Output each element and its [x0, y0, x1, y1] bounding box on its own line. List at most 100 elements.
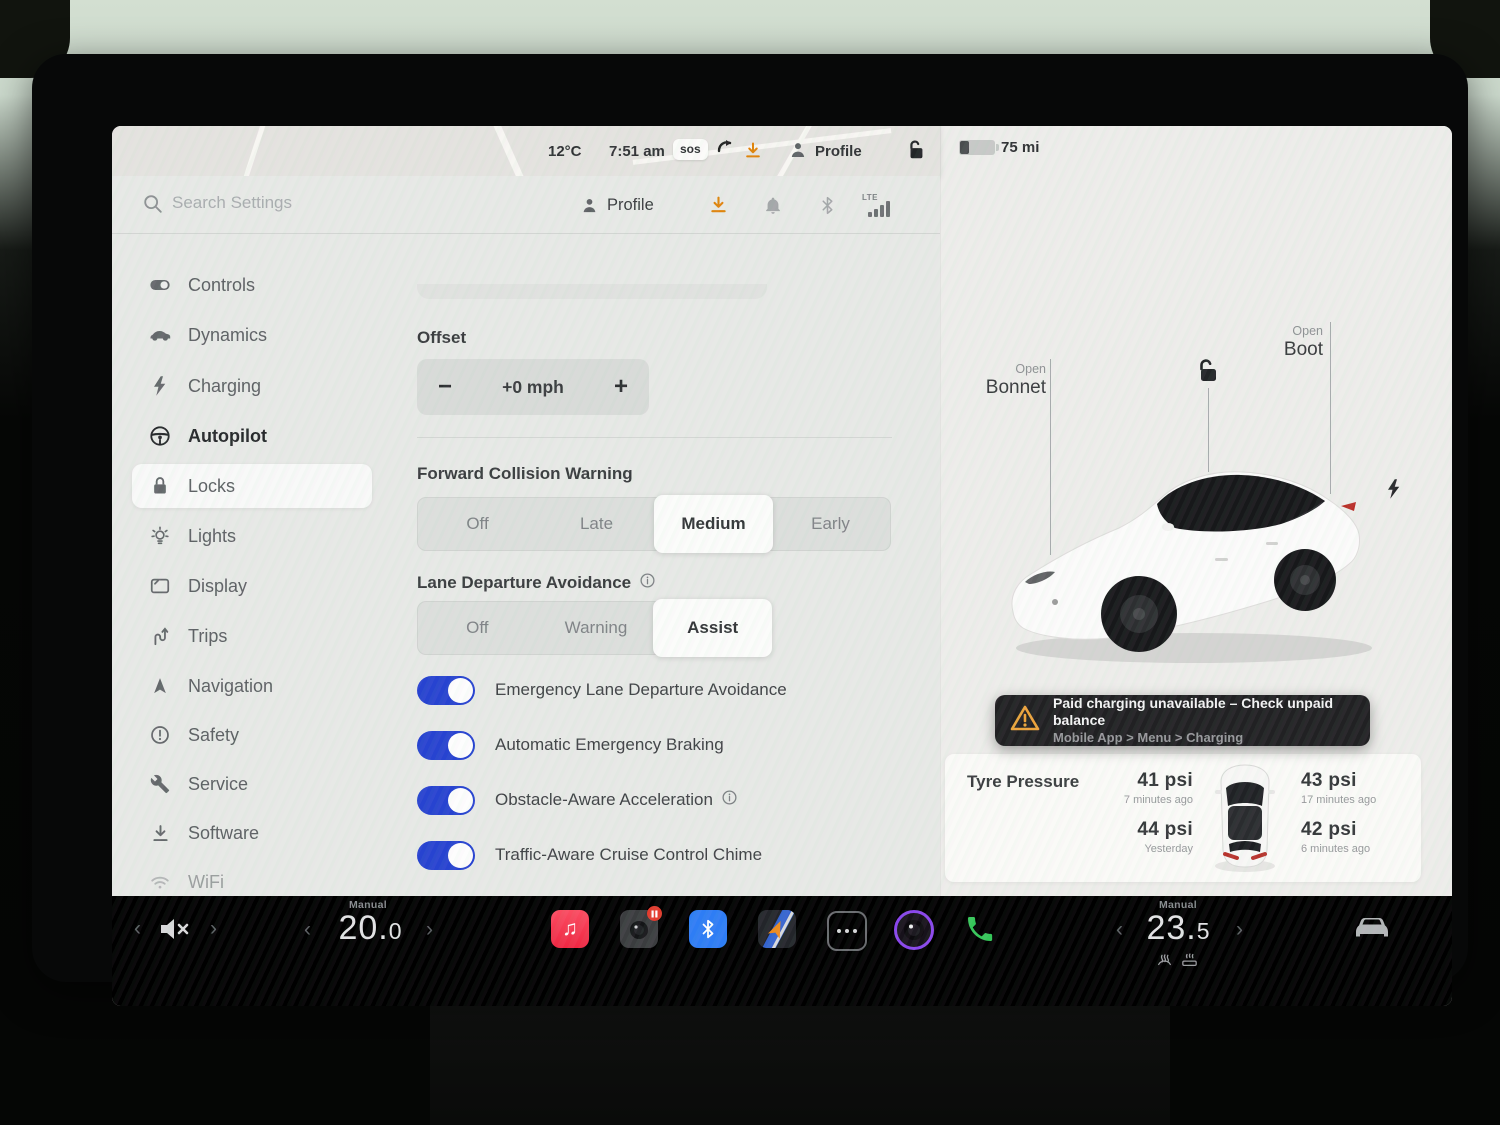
sidebar-item-label: Display: [188, 576, 247, 597]
warning-title: Paid charging unavailable – Check unpaid…: [1053, 695, 1370, 729]
fcw-option-medium[interactable]: Medium: [654, 495, 773, 553]
fcw-option-off[interactable]: Off: [418, 498, 537, 550]
car-status-panel: 75 mi Open Bonnet Open Boot: [940, 126, 1452, 896]
more-apps-icon[interactable]: [827, 911, 867, 951]
status-bar: 12°C 7:51 am sos Profile: [112, 126, 940, 176]
sidebar-item-trips[interactable]: Trips: [132, 616, 432, 656]
sidebar-item-label: Locks: [188, 476, 235, 497]
sidebar-item-wifi[interactable]: WiFi: [132, 862, 432, 896]
charging-warning-toast[interactable]: Paid charging unavailable – Check unpaid…: [995, 695, 1370, 746]
open-boot-action: Open: [1284, 324, 1323, 338]
bluetooth-status-icon[interactable]: [819, 176, 836, 234]
sidebar-item-service[interactable]: Service: [132, 764, 432, 804]
offset-increase-button[interactable]: +: [593, 373, 649, 401]
sidebar-item-label: Charging: [188, 376, 261, 397]
driver-temp-up-icon[interactable]: ›: [426, 920, 433, 940]
lda-option-assist[interactable]: Assist: [653, 599, 772, 657]
search-settings-input[interactable]: [170, 192, 404, 214]
driver-temp-down-icon[interactable]: ‹: [304, 920, 311, 940]
outside-temperature[interactable]: 12°C: [548, 143, 582, 160]
sidebar-item-label: Trips: [188, 626, 227, 647]
tyre-bottom-left-ago: Yesterday: [1144, 843, 1193, 855]
unlock-icon[interactable]: [1196, 358, 1220, 389]
notifications-bell-icon[interactable]: [763, 176, 783, 234]
open-bonnet-label: Bonnet: [986, 377, 1046, 399]
open-bonnet-button[interactable]: Open Bonnet: [986, 362, 1046, 399]
camera-app-icon[interactable]: [894, 910, 934, 950]
sidebar-item-label: Autopilot: [188, 426, 267, 447]
header-profile-button[interactable]: Profile: [580, 176, 654, 234]
steering-wheel-icon: [148, 424, 172, 448]
toggle-row: Emergency Lane Departure Avoidance: [417, 670, 887, 710]
cellular-signal-icon[interactable]: LTE: [862, 176, 896, 234]
volume-prev-icon[interactable]: ‹: [134, 919, 141, 939]
software-update-icon[interactable]: [743, 141, 763, 166]
lda-option-warning[interactable]: Warning: [537, 602, 656, 654]
sidebar-item-dynamics[interactable]: Dynamics: [132, 315, 432, 355]
scrolled-control-remnant: [417, 284, 767, 299]
warning-triangle-icon: [1009, 704, 1041, 737]
sidebar-item-charging[interactable]: Charging: [132, 366, 432, 406]
sidebar-item-lights[interactable]: Lights: [132, 516, 432, 556]
passenger-temp-down-icon[interactable]: ‹: [1116, 920, 1123, 940]
tyre-top-left-value: 41 psi: [1137, 770, 1193, 792]
open-boot-button[interactable]: Open Boot: [1284, 324, 1323, 361]
offset-value: +0 mph: [473, 377, 593, 398]
header-update-icon[interactable]: [708, 176, 729, 234]
bluetooth-app-icon[interactable]: [689, 910, 727, 948]
sidebar-item-autopilot[interactable]: Autopilot: [132, 416, 432, 456]
unlocked-icon[interactable]: [905, 138, 927, 167]
profile-button[interactable]: Profile: [815, 143, 862, 160]
clock[interactable]: 7:51 am: [609, 143, 665, 160]
alert-circle-icon: [148, 723, 172, 747]
tyre-car-top-view: [1209, 762, 1281, 874]
volume-next-icon[interactable]: ›: [210, 919, 217, 939]
dashcam-app-icon[interactable]: [620, 910, 658, 948]
maps-app-icon[interactable]: [758, 910, 796, 948]
sidebar-item-controls[interactable]: Controls: [132, 265, 432, 305]
profile-person-icon: [788, 140, 808, 165]
music-app-icon[interactable]: ♫: [551, 910, 589, 948]
sidebar-item-display[interactable]: Display: [132, 566, 432, 606]
tyre-pressure-title: Tyre Pressure: [967, 772, 1079, 792]
search-icon: [142, 193, 164, 220]
info-icon[interactable]: [721, 789, 738, 811]
driver-temp-value[interactable]: 20.0: [320, 909, 420, 948]
front-defrost-icon[interactable]: [1156, 952, 1173, 972]
sos-button[interactable]: sos: [673, 139, 708, 160]
wrench-icon: [148, 772, 172, 796]
sidebar-item-safety[interactable]: Safety: [132, 715, 432, 755]
sidebar-item-navigation[interactable]: Navigation: [132, 666, 432, 706]
charge-port-bolt-icon[interactable]: [1385, 478, 1403, 505]
lightning-icon: [148, 374, 172, 398]
settings-panel: Profile LTE Con: [112, 176, 940, 896]
navigation-arrow-icon: [148, 674, 172, 698]
volume-muted-icon[interactable]: [158, 916, 192, 947]
rear-defrost-icon[interactable]: [1181, 952, 1198, 972]
battery-icon: [959, 140, 995, 155]
phone-app-icon[interactable]: [961, 910, 999, 948]
tyre-top-right-ago: 17 minutes ago: [1301, 794, 1376, 806]
lane-departure-avoidance-control: Off Warning Assist: [417, 601, 771, 655]
sidebar-item-label: Controls: [188, 275, 255, 296]
tyre-bottom-left-value: 44 psi: [1137, 819, 1193, 841]
lock-icon: [148, 474, 172, 498]
vehicle-controls-icon[interactable]: [1348, 912, 1396, 949]
light-icon: [148, 524, 172, 548]
warning-subtitle: Mobile App > Menu > Charging: [1053, 730, 1370, 746]
sidebar-item-locks[interactable]: Locks: [132, 466, 432, 506]
lda-option-off[interactable]: Off: [418, 602, 537, 654]
toggle-label: Obstacle-Aware Acceleration: [495, 790, 713, 810]
screen: 75 mi Open Bonnet Open Boot: [112, 126, 1452, 1006]
fcw-option-early[interactable]: Early: [771, 498, 890, 550]
fcw-option-late[interactable]: Late: [537, 498, 656, 550]
toggle-label: Emergency Lane Departure Avoidance: [495, 680, 787, 700]
tyre-top-right-value: 43 psi: [1301, 770, 1357, 792]
tyre-pressure-card: Tyre Pressure 41 psi 7 minutes ago 44 ps…: [945, 754, 1421, 882]
info-icon[interactable]: [639, 572, 656, 594]
toggle-icon: [148, 273, 172, 297]
passenger-temp-up-icon[interactable]: ›: [1236, 920, 1243, 940]
section-divider: [417, 437, 892, 438]
sidebar-item-software[interactable]: Software: [132, 813, 432, 853]
passenger-temp-value[interactable]: 23.5: [1128, 909, 1228, 948]
